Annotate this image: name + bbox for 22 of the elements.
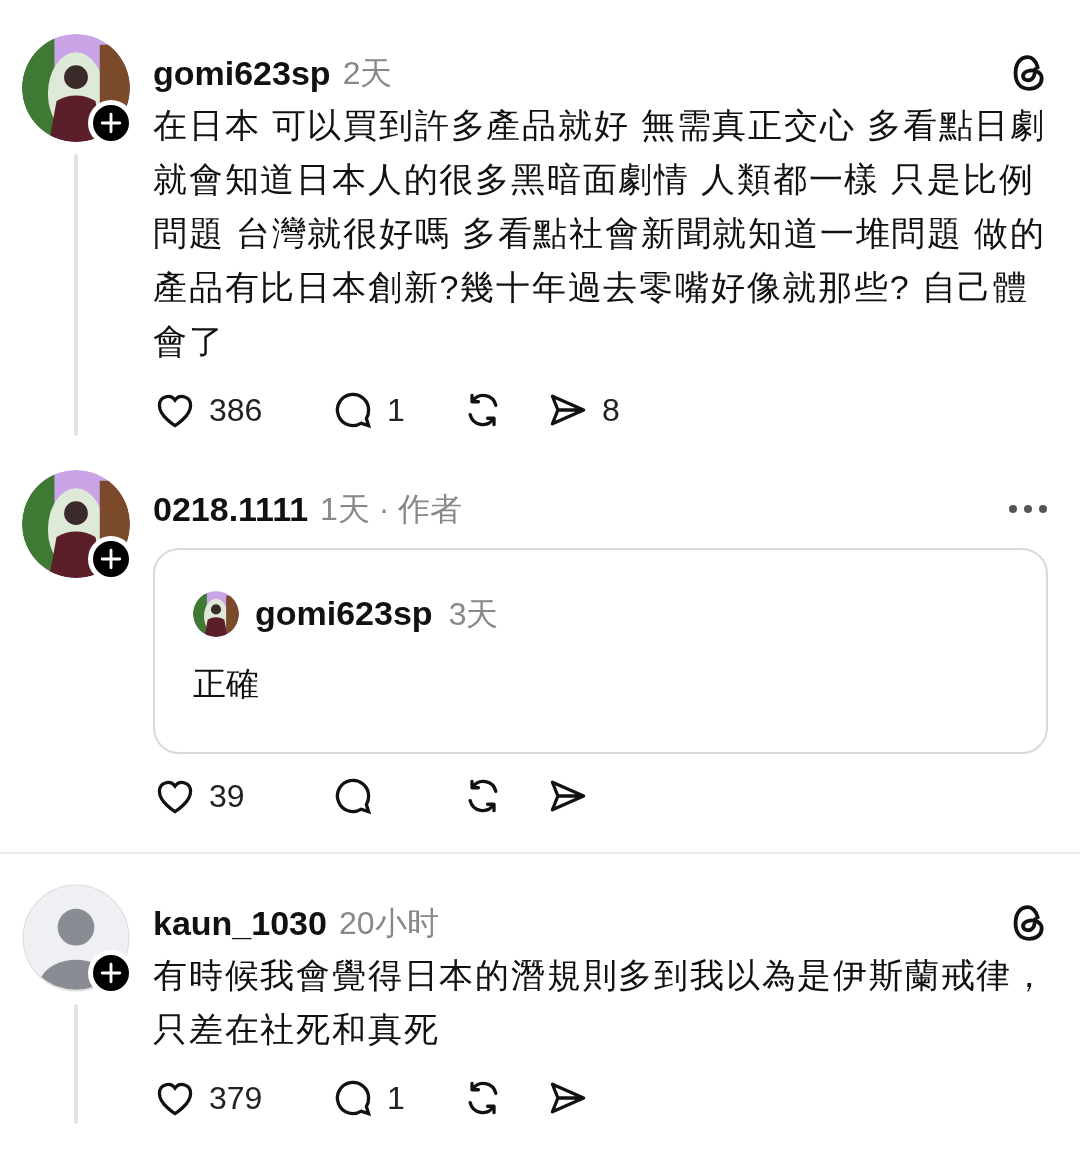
quoted-time: 3天 <box>448 594 499 634</box>
post-time: 2天 <box>342 54 393 93</box>
like-count: 39 <box>209 777 245 816</box>
plus-icon <box>100 548 122 570</box>
username[interactable]: 0218.1111 <box>153 483 309 535</box>
post-time: 20小时 <box>338 904 439 943</box>
like-count: 379 <box>209 1079 263 1118</box>
reply-count: 1 <box>387 391 405 430</box>
post-text: 在日本 可以買到許多產品就好 無需真正交心 多看點日劇就會知道日本人的很多黑暗面劇情 人類都一樣 只是比例問題 台灣就很好嗎 多看點社會新聞就知道一堆問題 做的產品有比日本創新?幾十年過去零嘴好像就那些? 自己體會了 <box>153 105 1047 362</box>
username[interactable]: kaun_1030 <box>153 897 327 949</box>
quoted-post-card[interactable]: gomi623sp 3天 正確 <box>153 548 1048 754</box>
username[interactable]: gomi623sp <box>153 47 331 99</box>
more-icon[interactable] <box>1008 504 1048 514</box>
plus-icon <box>100 112 122 134</box>
post-time: 1天 · 作者 <box>320 490 463 529</box>
post-text: 有時候我會覺得日本的潛規則多到我以為是伊斯蘭戒律，只差在社死和真死 <box>153 955 1049 1050</box>
share-count: 8 <box>602 391 620 430</box>
reply-count: 1 <box>387 1079 405 1118</box>
plus-icon <box>100 962 122 984</box>
like-count: 386 <box>209 391 263 430</box>
quoted-text: 正確 <box>193 664 260 704</box>
quoted-username[interactable]: gomi623sp <box>255 588 433 639</box>
